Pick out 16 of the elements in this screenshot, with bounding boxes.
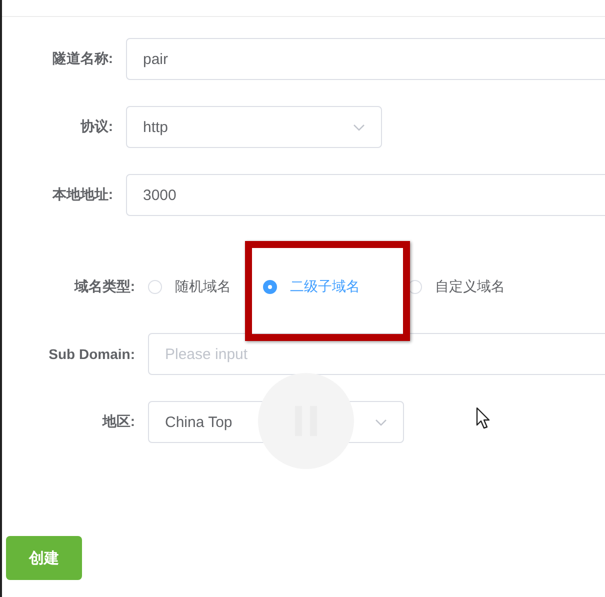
radio-label[interactable]: 自定义域名 [435, 278, 505, 296]
text-input[interactable]: 3000 [126, 174, 605, 216]
cursor-icon [476, 407, 490, 429]
field-label: 地区: [101, 413, 136, 431]
radio-label[interactable]: 随机域名 [175, 278, 231, 296]
field-label: Sub Domain: [48, 346, 136, 362]
select-dropdown[interactable]: http [126, 106, 382, 148]
field-label: 域名类型: [73, 278, 136, 296]
field-label: 本地地址: [51, 186, 114, 204]
field-label: 协议: [79, 118, 114, 136]
chevron-down-icon [353, 124, 365, 130]
radio-button[interactable] [263, 280, 277, 294]
chevron-down-icon [375, 418, 387, 426]
text-input[interactable]: Please input [148, 333, 605, 375]
text-input[interactable]: pair [126, 38, 605, 80]
field-label: 隧道名称: [51, 50, 114, 68]
